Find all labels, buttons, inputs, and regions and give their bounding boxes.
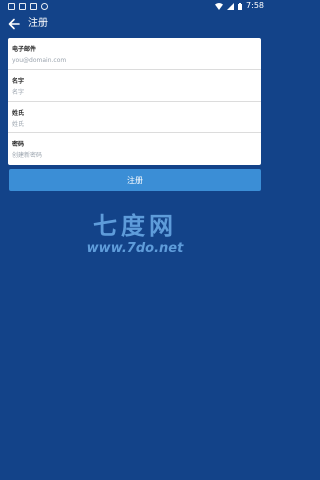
- notification-icon: [19, 2, 26, 10]
- signal-icon: [227, 2, 235, 10]
- notification-icons: [8, 2, 48, 10]
- last-name-label: 姓氏: [12, 109, 25, 117]
- email-input[interactable]: [12, 55, 252, 66]
- status-time: 7:58: [246, 1, 264, 10]
- wifi-icon: [215, 2, 224, 10]
- last-name-field-row: 姓氏: [8, 102, 261, 134]
- android-notification-icon: [41, 2, 48, 10]
- first-name-input[interactable]: [12, 86, 252, 98]
- system-icons: 7:58: [215, 0, 264, 12]
- image-notification-icon: [30, 2, 37, 10]
- battery-icon: [238, 2, 243, 10]
- last-name-input[interactable]: [12, 118, 252, 130]
- password-field-row: 密码: [8, 133, 261, 165]
- watermark: 七度网 www.7do.net: [70, 212, 200, 272]
- notification-icon: [8, 2, 15, 10]
- page-title: 注册: [28, 18, 48, 29]
- arrow-left-icon: [8, 18, 20, 30]
- password-input[interactable]: [12, 150, 252, 162]
- email-field-row: 电子邮件: [8, 38, 261, 70]
- watermark-title: 七度网: [93, 212, 177, 240]
- first-name-label: 名字: [12, 77, 25, 85]
- email-label: 电子邮件: [12, 46, 37, 53]
- app-bar: 注册: [0, 12, 270, 36]
- status-bar: 7:58: [0, 0, 270, 12]
- register-button[interactable]: 注册: [9, 169, 261, 191]
- password-label: 密码: [12, 141, 25, 149]
- first-name-field-row: 名字: [8, 70, 261, 102]
- registration-form: 电子邮件 名字 姓氏 密码: [8, 38, 261, 165]
- watermark-url: www.7do.net: [86, 241, 184, 256]
- back-button[interactable]: [6, 16, 22, 32]
